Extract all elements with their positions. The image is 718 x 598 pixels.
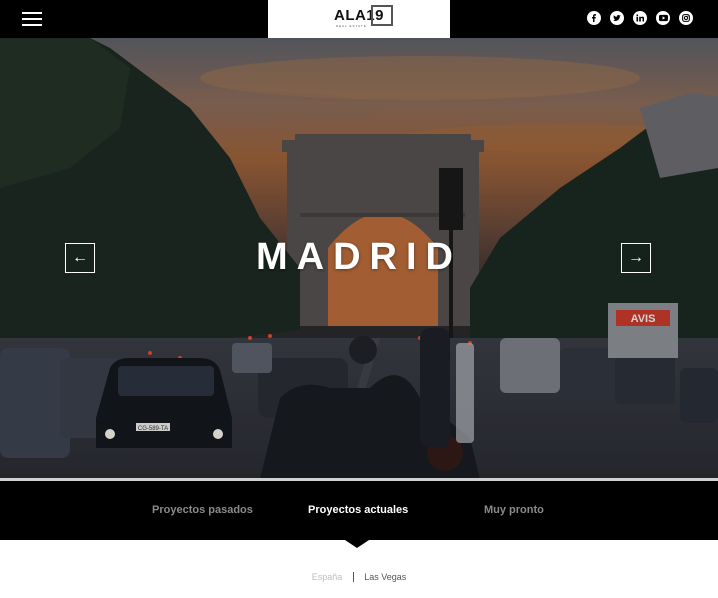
logo-frame-shape <box>370 5 393 26</box>
filter-las-vegas[interactable]: Las Vegas <box>364 572 406 582</box>
project-tabs: Proyectos pasados Proyectos actuales Muy… <box>0 481 718 540</box>
tab-proyectos-actuales[interactable]: Proyectos actuales <box>308 504 408 516</box>
filter-espana[interactable]: España <box>312 572 343 582</box>
hero-title: MADRID <box>256 236 462 278</box>
tab-proyectos-pasados[interactable]: Proyectos pasados <box>152 504 253 516</box>
facebook-icon[interactable] <box>587 11 601 25</box>
top-navigation-bar: ALA19 REAL ESTATE <box>0 0 718 38</box>
tab-muy-pronto[interactable]: Muy pronto <box>484 504 544 516</box>
twitter-icon[interactable] <box>610 11 624 25</box>
hamburger-menu-icon[interactable] <box>22 11 44 27</box>
filter-separator <box>352 572 354 582</box>
active-tab-indicator <box>345 540 369 548</box>
next-slide-button[interactable]: → <box>621 243 651 273</box>
arrow-left-icon: ← <box>72 249 88 266</box>
logo-container[interactable]: ALA19 REAL ESTATE <box>268 0 450 38</box>
social-links <box>587 11 693 25</box>
logo[interactable]: ALA19 REAL ESTATE <box>334 5 393 30</box>
location-filter: España Las Vegas <box>0 572 718 582</box>
logo-subtitle: REAL ESTATE <box>335 24 367 28</box>
arrow-right-icon: → <box>628 249 644 266</box>
youtube-icon[interactable] <box>656 11 670 25</box>
instagram-icon[interactable] <box>679 11 693 25</box>
hero-slider: CG-589-TA AVIS MADRID ← → <box>0 38 718 479</box>
previous-slide-button[interactable]: ← <box>65 243 95 273</box>
linkedin-icon[interactable] <box>633 11 647 25</box>
